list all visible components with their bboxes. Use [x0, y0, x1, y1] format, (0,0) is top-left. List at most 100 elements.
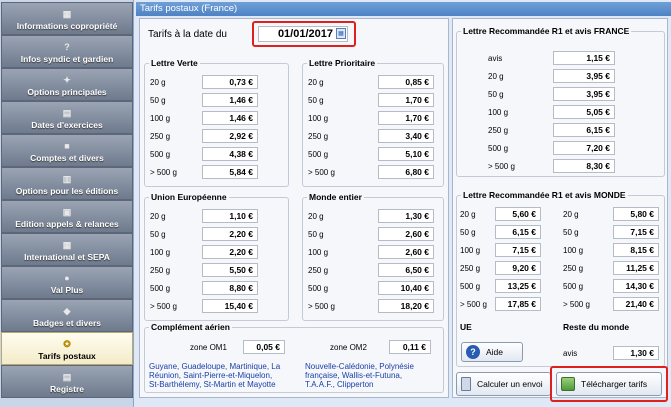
lettre-verte-price-field[interactable]: 4,38 € [202, 147, 258, 161]
r1-france-price-field[interactable]: 5,05 € [553, 105, 615, 119]
lettre-verte-weight-label: 20 g [150, 78, 166, 87]
lettre-verte-price-field[interactable]: 5,84 € [202, 165, 258, 179]
download-highlight [550, 366, 668, 402]
r1-france-weight-label: > 500 g [488, 162, 515, 171]
monde-entier-price-field[interactable]: 2,60 € [378, 227, 434, 241]
r1-monde-rdm-price-field[interactable]: 21,40 € [613, 297, 659, 311]
monde-entier-weight-label: 20 g [308, 212, 324, 221]
sidebar-item-12[interactable]: ▤ Registre [1, 365, 133, 398]
r1-france-weight-label: 500 g [488, 144, 509, 153]
r1-france-price-field[interactable]: 8,30 € [553, 159, 615, 173]
sidebar-item-8[interactable]: ▦ International et SEPA [1, 233, 133, 266]
r1-monde-rdm-price-field[interactable]: 5,80 € [613, 207, 659, 221]
reste-du-monde-label: Reste du monde [563, 322, 630, 332]
r1-monde-rdm-weight-label: 250 g [563, 264, 584, 273]
r1-monde-rdm-price-field[interactable]: 11,25 € [613, 261, 659, 275]
monde-entier-price-field[interactable]: 2,60 € [378, 245, 434, 259]
r1-monde-rdm-price-field[interactable]: 8,15 € [613, 243, 659, 257]
aide-button-label: Aide [486, 347, 504, 357]
lettre-prioritaire-price-field[interactable]: 3,40 € [378, 129, 434, 143]
calculer-envoi-label: Calculer un envoi [477, 379, 543, 389]
monde-entier-price-field[interactable]: 1,30 € [378, 209, 434, 223]
lettre-prioritaire-weight-label: 500 g [308, 150, 329, 159]
r1-monde-ue-price-field[interactable]: 7,15 € [495, 243, 541, 257]
r1-monde-ue-price-field[interactable]: 9,20 € [495, 261, 541, 275]
union-europeenne-price-field[interactable]: 2,20 € [202, 227, 258, 241]
document-icon: ▥ [62, 174, 72, 184]
r1-france-price-field[interactable]: 3,95 € [553, 87, 615, 101]
om1-description-line: St-Barthélemy, St-Martin et Mayotte [149, 380, 276, 389]
sidebar-item-4[interactable]: ▤ Dates d'exercices [1, 101, 133, 134]
r1-france-price-field[interactable]: 6,15 € [553, 123, 615, 137]
r1-monde-rdm-price-field[interactable]: 7,15 € [613, 225, 659, 239]
monde-entier-weight-label: 500 g [308, 284, 329, 293]
avis-monde-field[interactable]: 1,30 € [613, 346, 659, 360]
r1-france-weight-label: avis [488, 54, 503, 63]
lettre-prioritaire-weight-label: > 500 g [308, 168, 335, 177]
sidebar-item-label: Val Plus [50, 285, 84, 295]
union-europeenne-price-field[interactable]: 8,80 € [202, 281, 258, 295]
lettre-prioritaire-price-field[interactable]: 6,80 € [378, 165, 434, 179]
r1-monde-ue-weight-label: 20 g [460, 210, 476, 219]
lettre-prioritaire-weight-label: 20 g [308, 78, 324, 87]
sidebar-item-label: Infos syndic et gardien [20, 54, 114, 64]
sidebar: ▦ Informations copropriété? Infos syndic e… [0, 0, 134, 407]
monde-entier-weight-label: 50 g [308, 230, 324, 239]
ue-label: UE [460, 322, 472, 332]
r1-monde-rdm-price-field[interactable]: 14,30 € [613, 279, 659, 293]
lettre-verte-title: Lettre Verte [149, 58, 200, 68]
r1-france-price-field[interactable]: 3,95 € [553, 69, 615, 83]
sidebar-item-label: Dates d'exercices [31, 120, 103, 130]
calculer-envoi-button[interactable]: Calculer un envoi [456, 372, 551, 396]
lettre-prioritaire-price-field[interactable]: 1,70 € [378, 111, 434, 125]
lettre-verte-price-field[interactable]: 1,46 € [202, 93, 258, 107]
lettre-prioritaire-weight-label: 100 g [308, 114, 329, 123]
sidebar-item-label: International et SEPA [24, 252, 110, 262]
r1-france-price-field[interactable]: 7,20 € [553, 141, 615, 155]
lettre-prioritaire-price-field[interactable]: 1,70 € [378, 93, 434, 107]
union-europeenne-weight-label: 20 g [150, 212, 166, 221]
help-icon: ? [466, 345, 480, 359]
sidebar-item-11[interactable]: ✪ Tarifs postaux [1, 332, 133, 365]
union-europeenne-price-field[interactable]: 2,20 € [202, 245, 258, 259]
r1-monde-ue-price-field[interactable]: 6,15 € [495, 225, 541, 239]
sidebar-item-7[interactable]: ▣ Edition appels & relances [1, 200, 133, 233]
monde-entier-price-field[interactable]: 10,40 € [378, 281, 434, 295]
lettre-prioritaire-price-field[interactable]: 0,85 € [378, 75, 434, 89]
r1-monde-ue-price-field[interactable]: 13,25 € [495, 279, 541, 293]
monde-entier-price-field[interactable]: 6,50 € [378, 263, 434, 277]
sidebar-item-10[interactable]: ◆ Badges et divers [1, 299, 133, 332]
sidebar-item-1[interactable]: ▦ Informations copropriété [1, 2, 133, 35]
sidebar-item-label: Comptes et divers [30, 153, 104, 163]
union-europeenne-weight-label: 250 g [150, 266, 171, 275]
union-europeenne-price-field[interactable]: 5,50 € [202, 263, 258, 277]
r1-monde-ue-price-field[interactable]: 5,60 € [495, 207, 541, 221]
sidebar-item-label: Informations copropriété [16, 21, 118, 31]
om2-value-field[interactable]: 0,11 € [389, 340, 431, 354]
union-europeenne-weight-label: > 500 g [150, 302, 177, 311]
union-europeenne-price-field[interactable]: 1,10 € [202, 209, 258, 223]
sidebar-item-label: Registre [49, 384, 84, 394]
sidebar-item-3[interactable]: ✦ Options principales [1, 68, 133, 101]
sidebar-item-label: Edition appels & relances [15, 219, 119, 229]
r1-monde-ue-price-field[interactable]: 17,85 € [495, 297, 541, 311]
sidebar-item-2[interactable]: ? Infos syndic et gardien [1, 35, 133, 68]
lettre-verte-price-field[interactable]: 0,73 € [202, 75, 258, 89]
r1-france-weight-label: 250 g [488, 126, 509, 135]
sidebar-item-6[interactable]: ▥ Options pour les éditions [1, 167, 133, 200]
r1-monde-rdm-weight-label: > 500 g [563, 300, 590, 309]
r1-france-weight-label: 50 g [488, 90, 504, 99]
lettre-verte-price-field[interactable]: 1,46 € [202, 111, 258, 125]
union-europeenne-price-field[interactable]: 15,40 € [202, 299, 258, 313]
monde-entier-price-field[interactable]: 18,20 € [378, 299, 434, 313]
aide-button[interactable]: ? Aide [461, 342, 523, 362]
lettre-prioritaire-weight-label: 250 g [308, 132, 329, 141]
help-icon: ? [64, 42, 70, 52]
lettre-verte-price-field[interactable]: 2,92 € [202, 129, 258, 143]
sidebar-item-5[interactable]: ■ Comptes et divers [1, 134, 133, 167]
r1-france-price-field[interactable]: 1,15 € [553, 51, 615, 65]
sidebar-item-9[interactable]: ● Val Plus [1, 266, 133, 299]
om1-value-field[interactable]: 0,05 € [243, 340, 285, 354]
lettre-prioritaire-price-field[interactable]: 5,10 € [378, 147, 434, 161]
print-icon: ▣ [62, 207, 72, 217]
